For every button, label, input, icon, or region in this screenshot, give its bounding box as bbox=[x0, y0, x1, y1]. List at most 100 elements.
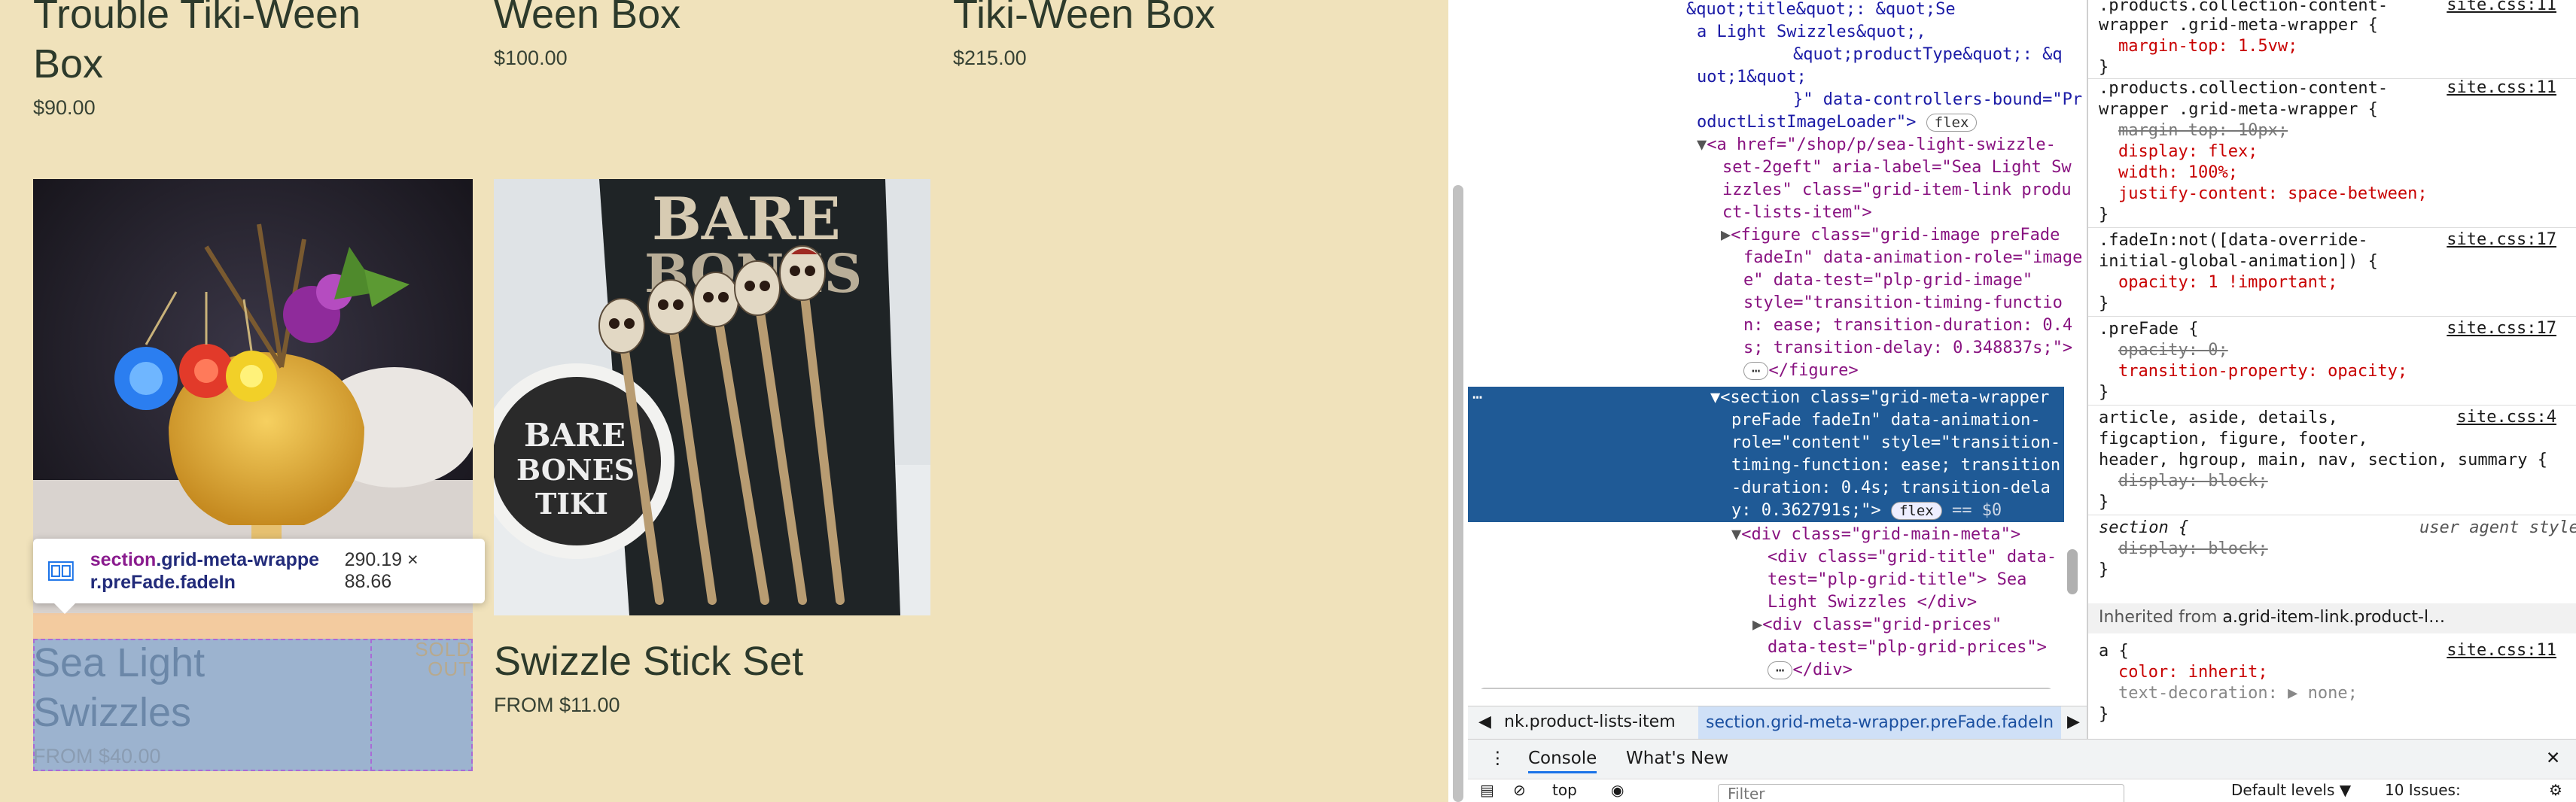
el-section-line[interactable]: role="content" style="transition- bbox=[1731, 432, 2060, 454]
clear-console-icon[interactable]: ⊘ bbox=[1513, 781, 1526, 799]
elements-tree[interactable]: &quot;title&quot;: &quot;Se a Light Swiz… bbox=[1468, 0, 2087, 689]
product-title[interactable]: Trouble Tiki-Ween Box bbox=[33, 0, 455, 89]
el-json-line[interactable]: uot;1&quot; bbox=[1697, 66, 1807, 89]
sidebar-toggle-icon[interactable]: ▤ bbox=[1480, 781, 1494, 799]
product-title[interactable]: Sea Light Swizzles bbox=[33, 638, 364, 737]
product-card-sea-light-swizzles[interactable]: Sea Light Swizzles FROM $40.00 bbox=[33, 638, 364, 768]
rule-selector[interactable]: wrapper .grid-meta-wrapper { bbox=[2099, 99, 2378, 120]
el-section-line[interactable]: ▼<section class="grid-meta-wrapper bbox=[1710, 387, 2049, 409]
console-filter-input[interactable]: Filter bbox=[1718, 784, 2124, 802]
el-json-line[interactable]: }" data-controllers-bound="Pr bbox=[1793, 89, 2082, 111]
drawer-menu-icon[interactable]: ⋮ bbox=[1489, 749, 1506, 768]
elements-hscrollbar[interactable] bbox=[1480, 688, 2052, 689]
rule-selector[interactable]: figcaption, figure, footer, bbox=[2099, 429, 2368, 450]
el-a-line[interactable]: ▼<a href="/shop/p/sea-light-swizzle- bbox=[1697, 134, 2056, 156]
rule-property-overridden[interactable]: display: block; bbox=[2118, 471, 2268, 492]
el-a-line[interactable]: ct-lists-item"> bbox=[1722, 202, 1872, 224]
rule-property[interactable]: margin-top: 1.5vw; bbox=[2118, 36, 2297, 57]
el-div-line[interactable]: test="plp-grid-title"> Sea bbox=[1768, 569, 2026, 591]
el-figure-line[interactable]: n: ease; transition-duration: 0.4 bbox=[1743, 314, 2072, 337]
product-image-swizzle-stick-set[interactable]: BARE BONES BARE BONES TIKI bbox=[494, 179, 930, 615]
el-div-close[interactable]: ⋯ </div> bbox=[1768, 659, 1853, 682]
product-title[interactable]: Ween Box bbox=[494, 0, 915, 39]
el-section-line[interactable]: -duration: 0.4s; transition-dela bbox=[1731, 477, 2051, 500]
el-json-line[interactable]: &quot;title&quot;: &quot;Se bbox=[1686, 0, 1956, 21]
el-figure-line[interactable]: e" data-test="plp-grid-image" bbox=[1743, 269, 2032, 292]
ellipsis-badge[interactable]: ⋯ bbox=[1768, 661, 1793, 679]
dots-icon[interactable]: ⋯ bbox=[1472, 387, 1482, 409]
rule-selector[interactable]: a { bbox=[2099, 641, 2129, 662]
el-div-line[interactable]: Light Swizzles </div> bbox=[1768, 591, 1977, 614]
product-card-tiki-ween-box[interactable]: Tiki-Ween Box $215.00 bbox=[953, 0, 1420, 70]
live-expression-icon[interactable]: ◉ bbox=[1611, 781, 1624, 799]
rule-property[interactable]: display: flex; bbox=[2118, 141, 2258, 163]
rule-property-overridden[interactable]: opacity: 0; bbox=[2118, 340, 2228, 361]
el-a-line[interactable]: izzles" class="grid-item-link produ bbox=[1722, 179, 2072, 202]
breadcrumb-item[interactable]: nk.product-lists-item bbox=[1504, 712, 1676, 731]
product-card-swizzle-stick-set[interactable]: Swizzle Stick Set FROM $11.00 bbox=[494, 636, 930, 717]
el-figure-line[interactable]: fadeIn" data-animation-role="image bbox=[1743, 247, 2082, 269]
breadcrumb-left-arrow[interactable]: ◀ bbox=[1478, 712, 1491, 731]
el-figure-line[interactable]: style="transition-timing-functio bbox=[1743, 292, 2063, 314]
el-json-line[interactable]: oductListImageLoader"> flex bbox=[1697, 111, 1978, 134]
rule-property[interactable]: transition-property: opacity; bbox=[2118, 361, 2407, 382]
close-drawer-icon[interactable]: ✕ bbox=[2546, 749, 2560, 768]
rule-selector[interactable]: .fadeIn:not([data-override- bbox=[2099, 230, 2368, 251]
rule-source-link[interactable]: site.css:11 bbox=[2447, 0, 2556, 14]
rule-property[interactable]: justify-content: space-between; bbox=[2118, 184, 2428, 205]
ellipsis-badge[interactable]: ⋯ bbox=[1743, 362, 1769, 380]
product-card-ween-box[interactable]: Ween Box $100.00 bbox=[494, 0, 915, 70]
el-section-line[interactable]: preFade fadeIn" data-animation- bbox=[1731, 409, 2041, 432]
product-title[interactable]: Tiki-Ween Box bbox=[953, 0, 1420, 39]
styles-pane[interactable]: .products.collection-content- site.css:1… bbox=[2087, 0, 2576, 739]
inherited-link[interactable]: a.grid-item-link.product-l… bbox=[2222, 608, 2445, 627]
product-card-trouble-tiki-ween-box[interactable]: Trouble Tiki-Ween Box $90.00 bbox=[33, 0, 455, 120]
rule-selector[interactable]: .products.collection-content- bbox=[2099, 0, 2388, 17]
rule-source-link[interactable]: site.css:17 bbox=[2447, 230, 2556, 249]
breadcrumb-item-active[interactable]: section.grid-meta-wrapper.preFade.fadeIn bbox=[1698, 706, 2062, 739]
rule-source-link[interactable]: site.css:4 bbox=[2457, 408, 2556, 427]
product-title[interactable]: Swizzle Stick Set bbox=[494, 636, 930, 686]
rule-source-link[interactable]: site.css:11 bbox=[2447, 641, 2556, 660]
flex-badge[interactable]: flex bbox=[1926, 114, 1978, 132]
rule-property-inactive[interactable]: text-decoration: ▶ none; bbox=[2118, 683, 2358, 704]
rule-property[interactable]: width: 100%; bbox=[2118, 163, 2238, 184]
el-section-line[interactable]: y: 0.362791s;"> flex == $0 bbox=[1731, 500, 2002, 522]
rule-selector[interactable]: header, hgroup, main, nav, section, summ… bbox=[2099, 450, 2547, 471]
expand-arrow-icon[interactable]: ▼ bbox=[1697, 135, 1707, 154]
el-json-line[interactable]: a Light Swizzles&quot;, bbox=[1697, 21, 1926, 44]
el-figure-close[interactable]: ⋯ </figure> bbox=[1743, 360, 1859, 382]
el-figure-line[interactable]: s; transition-delay: 0.348837s;"> bbox=[1743, 337, 2072, 360]
el-div-line[interactable]: data-test="plp-grid-prices"> bbox=[1768, 636, 2047, 659]
rule-property[interactable]: color: inherit; bbox=[2118, 662, 2268, 683]
expand-arrow-icon[interactable]: ▶ bbox=[1721, 226, 1731, 245]
selected-node[interactable]: ⋯ ▼<section class="grid-meta-wrapper pre… bbox=[1468, 387, 2064, 522]
rule-property-overridden[interactable]: margin-top: 10px; bbox=[2118, 120, 2288, 141]
rule-property-overridden[interactable]: display: block; bbox=[2118, 539, 2268, 560]
rule-source-link[interactable]: site.css:17 bbox=[2447, 319, 2556, 338]
rule-source-link[interactable]: site.css:11 bbox=[2447, 78, 2556, 97]
rule-selector[interactable]: wrapper .grid-meta-wrapper { bbox=[2099, 15, 2378, 36]
rule-selector[interactable]: article, aside, details, bbox=[2099, 408, 2338, 429]
breadcrumb-right-arrow[interactable]: ▶ bbox=[2067, 712, 2080, 731]
elements-scrollbar[interactable] bbox=[2067, 549, 2078, 594]
rule-selector[interactable]: section { bbox=[2099, 518, 2188, 539]
rule-property[interactable]: opacity: 1 !important; bbox=[2118, 272, 2337, 293]
context-selector[interactable]: top bbox=[1552, 781, 1577, 799]
settings-gear-icon[interactable]: ⚙ bbox=[2549, 781, 2562, 799]
el-section-line[interactable]: timing-function: ease; transition bbox=[1731, 454, 2060, 477]
rule-selector[interactable]: .products.collection-content- bbox=[2099, 78, 2388, 99]
el-json-line[interactable]: &quot;productType&quot;: &q bbox=[1793, 44, 2063, 66]
el-figure-line[interactable]: ▶<figure class="grid-image preFade bbox=[1721, 224, 2060, 247]
expand-arrow-icon[interactable]: ▶ bbox=[1752, 615, 1762, 634]
rule-selector[interactable]: .preFade { bbox=[2099, 319, 2198, 340]
issues-counter[interactable]: 10 Issues: bbox=[2385, 781, 2461, 799]
tab-console[interactable]: Console bbox=[1528, 749, 1597, 773]
el-div-line[interactable]: ▶<div class="grid-prices" bbox=[1752, 614, 2002, 636]
log-levels-select[interactable]: Default levels ▼ bbox=[2231, 781, 2351, 799]
flex-badge[interactable]: flex bbox=[1890, 502, 1942, 520]
el-a-line[interactable]: set-2geft" aria-label="Sea Light Sw bbox=[1722, 156, 2072, 179]
expand-arrow-icon[interactable]: ▼ bbox=[1731, 525, 1741, 544]
page-scrollbar-thumb[interactable] bbox=[1453, 185, 1463, 802]
el-div-line[interactable]: ▼<div class="grid-main-meta"> bbox=[1731, 524, 2020, 546]
